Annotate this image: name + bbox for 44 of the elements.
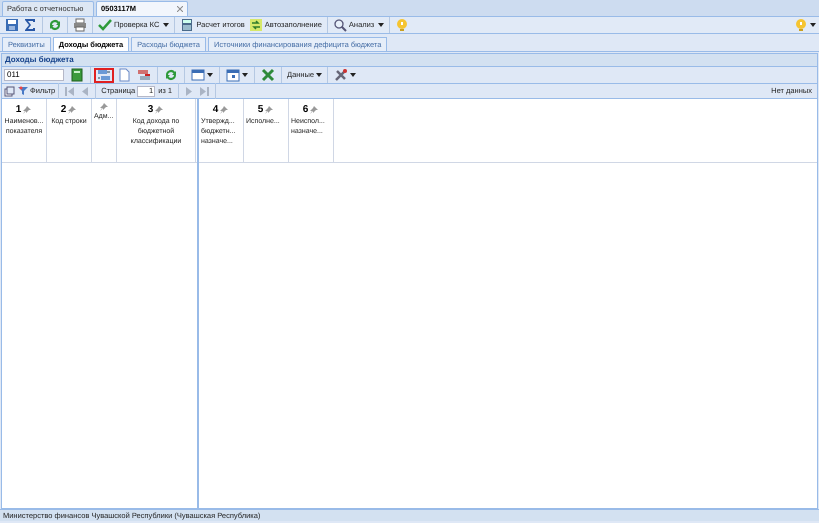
code-input-field[interactable]: 011 (4, 69, 64, 81)
table-icon (191, 68, 205, 82)
panel-title: Доходы бюджета (2, 54, 817, 67)
caret-icon (378, 23, 384, 27)
caret-icon[interactable] (810, 23, 816, 27)
book-icon (70, 68, 84, 82)
column-number: 2 (60, 103, 66, 117)
refresh-icon[interactable] (48, 18, 62, 32)
column-number: 1 (16, 103, 22, 117)
delete-row-icon (137, 68, 151, 82)
calculator-icon (180, 18, 194, 32)
column-number: 3 (148, 103, 154, 117)
column-number: 6 (302, 103, 308, 117)
pin-icon[interactable] (99, 102, 109, 112)
pin-icon[interactable] (264, 104, 274, 114)
arrows-icon (248, 18, 263, 32)
close-icon[interactable] (177, 6, 183, 12)
next-page-icon[interactable] (185, 86, 194, 96)
pin-icon[interactable] (309, 104, 320, 114)
first-page-icon[interactable] (65, 86, 74, 96)
calendar-icon (226, 68, 240, 82)
funnel-icon (18, 86, 28, 96)
pin-icon[interactable] (67, 104, 78, 114)
lightbulb-help-icon[interactable] (395, 18, 410, 32)
caret-icon (316, 73, 322, 77)
pin-icon[interactable] (219, 104, 230, 114)
checkmark-icon (98, 18, 112, 32)
excel-x-icon (261, 68, 275, 82)
caret-icon (350, 73, 356, 77)
add-row-icon (97, 68, 111, 82)
caret-icon (207, 73, 213, 77)
column-number: 4 (212, 103, 218, 117)
caret-icon (163, 23, 170, 27)
caret-icon (242, 73, 248, 77)
column-number: 5 (258, 103, 264, 117)
previous-page-icon[interactable] (80, 86, 90, 96)
printer-icon[interactable] (73, 18, 87, 32)
refresh-icon[interactable] (164, 68, 178, 82)
sigma-icon[interactable] (23, 18, 37, 32)
tools-icon (334, 68, 348, 82)
columns-icon[interactable] (4, 86, 15, 96)
pin-icon[interactable] (154, 104, 164, 114)
pin-icon[interactable] (22, 104, 32, 114)
last-page-icon[interactable] (200, 86, 210, 96)
